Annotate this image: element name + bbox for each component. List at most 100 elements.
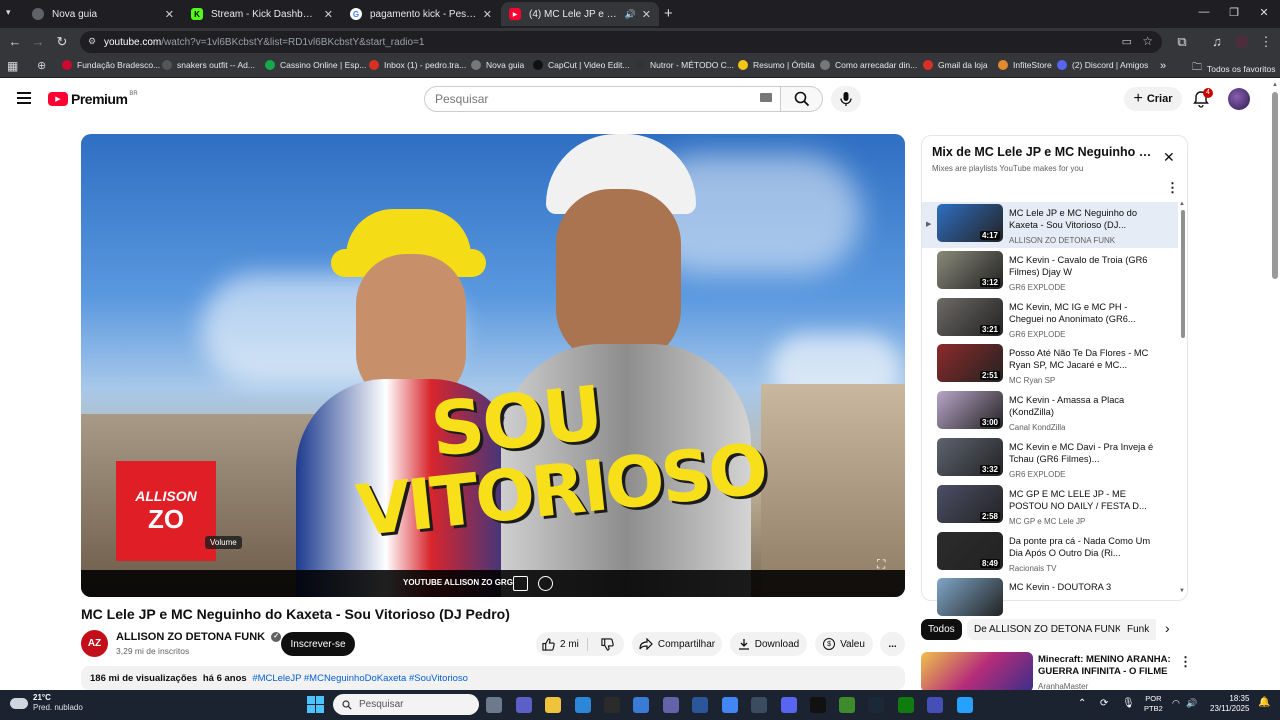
scroll-down-icon[interactable]: ▼ (1179, 588, 1185, 594)
bookmarks-more[interactable]: » (1160, 60, 1166, 72)
xbox-icon[interactable] (898, 697, 914, 713)
tab-search-icon[interactable]: ▾ (6, 7, 11, 18)
chip-channel[interactable]: De ALLISON ZO DETONA FUNK (967, 619, 1129, 640)
weather-widget[interactable]: 21°C Pred. nublado (10, 693, 83, 713)
playlist-item[interactable]: 3:21 MC Kevin, MC IG e MC PH - Cheguei no… (922, 296, 1178, 342)
thanks-button[interactable]: $ Valeu (815, 632, 873, 656)
mail-icon[interactable] (575, 697, 591, 713)
speaker-icon[interactable]: 🔊 (625, 9, 636, 20)
bookmark-item[interactable]: Gmail da loja (923, 60, 988, 70)
playlist-item[interactable]: 2:51 Posso Até Não Te Da Flores - MC Ryan… (922, 342, 1178, 388)
bookmark-item[interactable]: Cassino Online | Esp... (265, 60, 366, 70)
steam-icon[interactable] (751, 697, 767, 713)
scroll-up-icon[interactable]: ▲ (1179, 201, 1185, 207)
url-bar[interactable]: ⚙ youtube.com/watch?v=1vl6BKcbstY&list=R… (80, 31, 1162, 53)
related-video-title[interactable]: Minecraft: MENINO ARANHA: GUERRA INFINIT… (1038, 654, 1173, 678)
playlist-item-thumbnail[interactable]: 3:32 (937, 438, 1003, 476)
download-button[interactable]: Download (730, 632, 807, 656)
clock[interactable]: 18:35 23/11/2025 (1210, 694, 1249, 714)
create-button[interactable]: + Criar (1124, 87, 1182, 111)
channel-avatar[interactable]: AZ (81, 630, 108, 657)
epic-games-icon[interactable] (604, 697, 620, 713)
task-view-icon[interactable] (486, 697, 502, 713)
close-icon[interactable]: ✕ (483, 8, 492, 21)
share-button[interactable]: Compartilhar (632, 632, 722, 656)
chip-next-icon[interactable]: › (1165, 620, 1170, 636)
bookmark-item[interactable]: InfiteStore (998, 60, 1052, 70)
bookmark-item[interactable]: Fundação Bradesco... (62, 60, 160, 70)
restore-icon[interactable]: ❐ (1224, 6, 1244, 19)
reload-icon[interactable]: ↻ (54, 34, 70, 50)
steam2-icon[interactable] (868, 697, 884, 713)
tray-mic-icon[interactable]: 🎙 (1122, 698, 1135, 709)
menu-dots-icon[interactable]: ⋮ (1258, 34, 1274, 50)
chrome-taskbar-icon[interactable] (722, 697, 738, 713)
playlist-item[interactable]: 2:58 MC GP E MC LELE JP - ME POSTOU NO DA… (922, 483, 1178, 529)
all-bookmarks[interactable]: 🗀 Todos os favoritos (1192, 60, 1276, 77)
wifi-icon[interactable]: ◠ (1172, 698, 1180, 709)
youtube-premium-logo[interactable]: ▶ Premium BR (48, 91, 138, 107)
close-icon[interactable]: ✕ (165, 8, 174, 21)
playlist-item[interactable]: 8:49 Da ponte pra cá - Nada Como Um Dia A… (922, 530, 1178, 576)
tab-nova-guia[interactable]: Nova guia ✕ (24, 2, 182, 26)
voice-search-button[interactable] (831, 86, 861, 112)
minecraft-icon[interactable] (839, 697, 855, 713)
tiktok-icon[interactable] (810, 697, 826, 713)
tab-google-search[interactable]: G pagamento kick - Pesquisa Goo ✕ (342, 2, 500, 26)
search-input[interactable]: Pesquisar (424, 86, 781, 112)
hamburger-menu-icon[interactable] (17, 92, 31, 104)
keyboard-icon[interactable] (760, 93, 772, 102)
word-icon[interactable] (692, 697, 708, 713)
back-icon[interactable]: ← (7, 34, 23, 49)
related-menu-icon[interactable]: ⋮ (1179, 654, 1192, 670)
teams-icon[interactable] (663, 697, 679, 713)
playlist-item-thumbnail[interactable]: 2:58 (937, 484, 1003, 523)
bookmark-globe-icon[interactable]: ⊕ (37, 59, 46, 72)
star-icon[interactable]: ☆ (1142, 34, 1153, 48)
playlist-title[interactable]: Mix de MC Lele JP e MC Neguinho d... (932, 145, 1152, 159)
search-button[interactable] (781, 86, 823, 112)
related-video-thumbnail[interactable] (921, 652, 1033, 692)
subscribe-button[interactable]: Inscrever-se (281, 632, 355, 656)
bookmark-item[interactable]: CapCut | Video Edit... (533, 60, 629, 70)
more-actions-button[interactable]: ... (880, 632, 905, 656)
playlist-item[interactable]: MC Kevin - DOUTORA 3 (922, 576, 1178, 622)
close-icon[interactable]: ✕ (324, 8, 333, 21)
fullscreen-icon[interactable]: ⛶ (877, 557, 885, 572)
teams2-icon[interactable] (927, 697, 943, 713)
playlist-item-thumbnail[interactable]: 4:17 (937, 204, 1003, 242)
playlist-item-thumbnail[interactable] (937, 578, 1003, 617)
channel-name[interactable]: ALLISON ZO DETONA FUNK ✓ (116, 631, 282, 643)
minimize-icon[interactable]: — (1194, 6, 1214, 18)
windows-start-icon[interactable] (307, 696, 324, 713)
extensions-icon[interactable]: ⧉ (1174, 34, 1190, 50)
close-playlist-icon[interactable]: ✕ (1163, 149, 1175, 166)
playlist-item[interactable]: ▶ 4:17 MC Lele JP e MC Neguinho do Kaxeta … (922, 202, 1178, 248)
forward-icon[interactable]: → (30, 34, 46, 49)
playlist-item-thumbnail[interactable]: 3:12 (937, 250, 1003, 289)
playlist-menu-icon[interactable]: ⋮ (1166, 180, 1179, 196)
playlist-scrollbar[interactable] (1181, 210, 1185, 338)
hashtags[interactable]: #MCLeleJP #MCNeguinhoDoKaxeta #SouVitori… (252, 673, 468, 684)
close-icon[interactable]: ✕ (642, 8, 651, 21)
playlist-item-thumbnail[interactable]: 3:21 (937, 297, 1003, 336)
tray-app-icon[interactable]: ⟳ (1100, 698, 1108, 709)
playlist-item-thumbnail[interactable]: 8:49 (937, 531, 1003, 570)
playlist-item-thumbnail[interactable]: 3:00 (937, 391, 1003, 430)
taskbar-search[interactable]: Pesquisar (333, 694, 479, 715)
install-app-icon[interactable]: ▭ (1122, 35, 1132, 48)
description-box[interactable]: 186 mi de visualizações há 6 anos #MCLel… (81, 666, 905, 690)
volume-icon[interactable]: 🔊 (1186, 698, 1197, 709)
chip-funk[interactable]: Funk (1120, 619, 1157, 640)
file-explorer-icon[interactable] (545, 697, 561, 713)
playlist-item-thumbnail[interactable]: 2:51 (937, 344, 1003, 383)
video-player[interactable]: SOU VITORIOSO ALLISON ZO Volume YOUTUBE … (81, 134, 905, 597)
bookmark-item[interactable]: (2) Discord | Amigos (1057, 60, 1148, 70)
page-scrollbar[interactable] (1272, 92, 1278, 279)
tab-youtube[interactable]: ▶ (4) MC Lele JP e MC Negui 🔊 ✕ (501, 2, 659, 26)
discord-icon[interactable] (781, 697, 797, 713)
bookmark-item[interactable]: Nutror - MÉTODO C... (635, 60, 734, 70)
playlist-item[interactable]: 3:12 MC Kevin - Cavalo de Troia (GR6 Film… (922, 249, 1178, 295)
twitch-icon[interactable] (957, 697, 973, 713)
apps-grid-icon[interactable]: ▦ (7, 59, 18, 73)
